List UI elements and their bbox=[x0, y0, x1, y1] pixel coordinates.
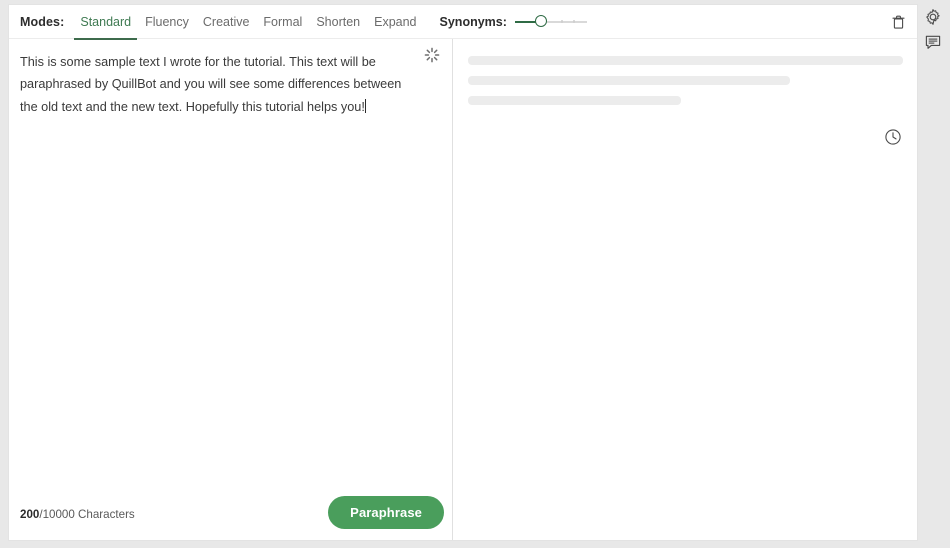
trash-icon[interactable] bbox=[888, 12, 908, 32]
text-caret bbox=[364, 98, 366, 113]
character-count-limit: /10000 Characters bbox=[39, 507, 135, 521]
clock-history-icon[interactable] bbox=[884, 128, 904, 148]
modes-label: Modes: bbox=[20, 14, 65, 29]
feedback-comment-icon[interactable] bbox=[924, 33, 944, 53]
slider-handle[interactable] bbox=[534, 14, 547, 27]
mode-tab-formal[interactable]: Formal bbox=[256, 5, 309, 39]
input-text-value: This is some sample text I wrote for the… bbox=[20, 55, 405, 114]
input-text[interactable]: This is some sample text I wrote for the… bbox=[20, 51, 412, 118]
main-card: Modes: Standard Fluency Creative Formal … bbox=[8, 4, 918, 541]
input-pane: This is some sample text I wrote for the… bbox=[9, 39, 453, 540]
input-editor[interactable]: This is some sample text I wrote for the… bbox=[9, 39, 452, 487]
mode-tab-expand[interactable]: Expand bbox=[367, 5, 423, 39]
quillbot-paraphraser-app: Modes: Standard Fluency Creative Formal … bbox=[0, 0, 950, 548]
character-count-used: 200 bbox=[20, 507, 40, 521]
mode-tab-fluency[interactable]: Fluency bbox=[138, 5, 196, 39]
character-count: 200/10000 Characters bbox=[20, 508, 135, 521]
mode-tabs: Standard Fluency Creative Formal Shorten… bbox=[73, 5, 423, 40]
right-rail bbox=[918, 0, 950, 548]
mode-tab-creative[interactable]: Creative bbox=[196, 5, 257, 39]
mode-tab-shorten[interactable]: Shorten bbox=[309, 5, 367, 39]
output-loading-skeleton bbox=[453, 39, 917, 116]
synonyms-slider[interactable] bbox=[514, 14, 587, 29]
slider-tick bbox=[560, 20, 563, 23]
modes-toolbar: Modes: Standard Fluency Creative Formal … bbox=[9, 5, 917, 40]
skeleton-bar bbox=[468, 56, 903, 65]
slider-tick bbox=[572, 20, 575, 23]
paraphrase-button[interactable]: Paraphrase bbox=[328, 496, 444, 529]
skeleton-bar bbox=[468, 96, 682, 105]
editor-panes: This is some sample text I wrote for the… bbox=[9, 39, 917, 540]
loading-spinner-icon bbox=[424, 47, 440, 63]
output-footer bbox=[453, 116, 917, 170]
synonyms-control: Synonyms: bbox=[439, 14, 587, 29]
mode-tab-standard[interactable]: Standard bbox=[73, 5, 138, 40]
skeleton-bar bbox=[468, 76, 790, 85]
output-pane bbox=[453, 39, 917, 540]
synonyms-label: Synonyms: bbox=[439, 14, 507, 29]
input-footer: 200/10000 Characters Paraphrase bbox=[9, 487, 452, 540]
gear-icon[interactable] bbox=[924, 8, 944, 28]
